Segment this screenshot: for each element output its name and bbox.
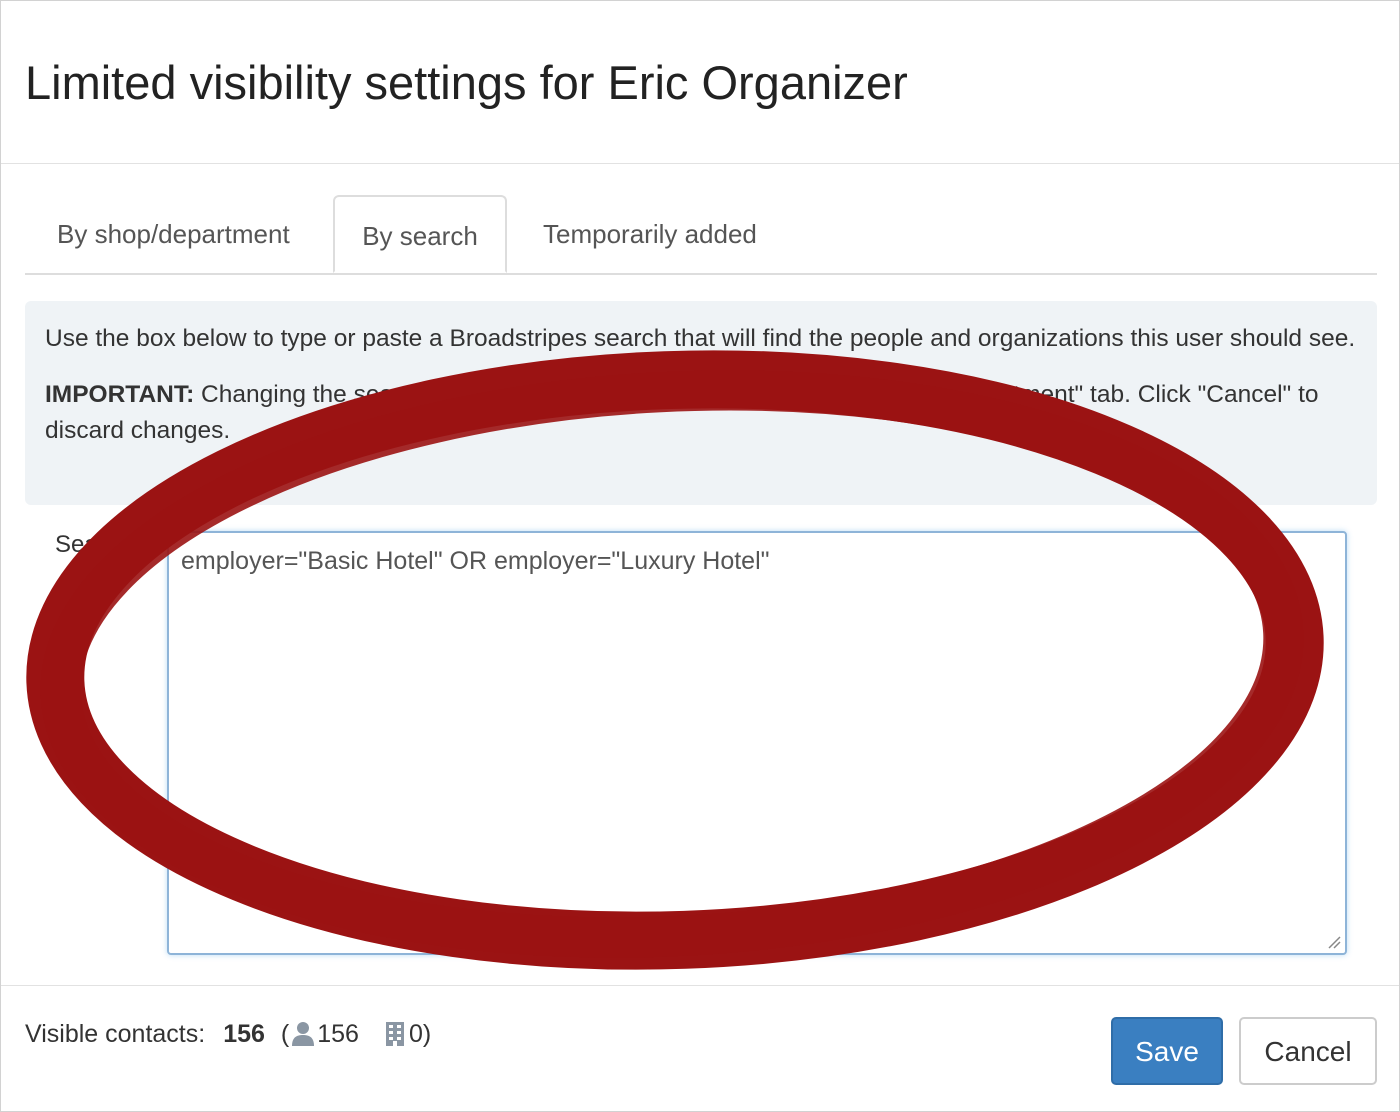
tab-by-search[interactable]: By search xyxy=(333,195,507,273)
info-important: IMPORTANT: Changing the search text will… xyxy=(45,377,1357,449)
info-box: Use the box below to type or paste a Bro… xyxy=(25,301,1377,505)
cancel-button[interactable]: Cancel xyxy=(1239,1017,1377,1085)
tab-bar: By shop/department By search Temporarily… xyxy=(25,195,1377,275)
visible-contacts-summary: Visible contacts: 156 ( 156 0 ) xyxy=(25,1015,431,1053)
important-text: Changing the search text will clear any … xyxy=(45,381,1319,444)
search-textarea[interactable]: employer="Basic Hotel" OR employer="Luxu… xyxy=(167,531,1347,955)
important-label: IMPORTANT: xyxy=(45,381,195,408)
modal-header: Limited visibility settings for Eric Org… xyxy=(1,1,1399,164)
person-icon xyxy=(292,1022,315,1046)
building-icon xyxy=(385,1022,404,1046)
info-description: Use the box below to type or paste a Bro… xyxy=(45,325,1356,352)
org-count: 0 xyxy=(408,1020,423,1048)
save-button[interactable]: Save xyxy=(1111,1017,1223,1085)
people-count: 156 xyxy=(317,1020,359,1048)
visible-contacts-total: 156 xyxy=(223,1020,265,1048)
search-label: Search xyxy=(55,531,132,558)
tab-temporarily-added[interactable]: Temporarily added xyxy=(543,195,757,273)
resize-grip-icon[interactable] xyxy=(1327,935,1341,949)
visibility-settings-modal: Limited visibility settings for Eric Org… xyxy=(0,0,1400,1112)
visible-contacts-label: Visible contacts: xyxy=(25,1020,206,1048)
close-paren: ) xyxy=(422,1020,432,1048)
open-paren: ( xyxy=(280,1020,290,1048)
tab-by-shop-department[interactable]: By shop/department xyxy=(57,195,290,273)
modal-title: Limited visibility settings for Eric Org… xyxy=(25,56,908,109)
